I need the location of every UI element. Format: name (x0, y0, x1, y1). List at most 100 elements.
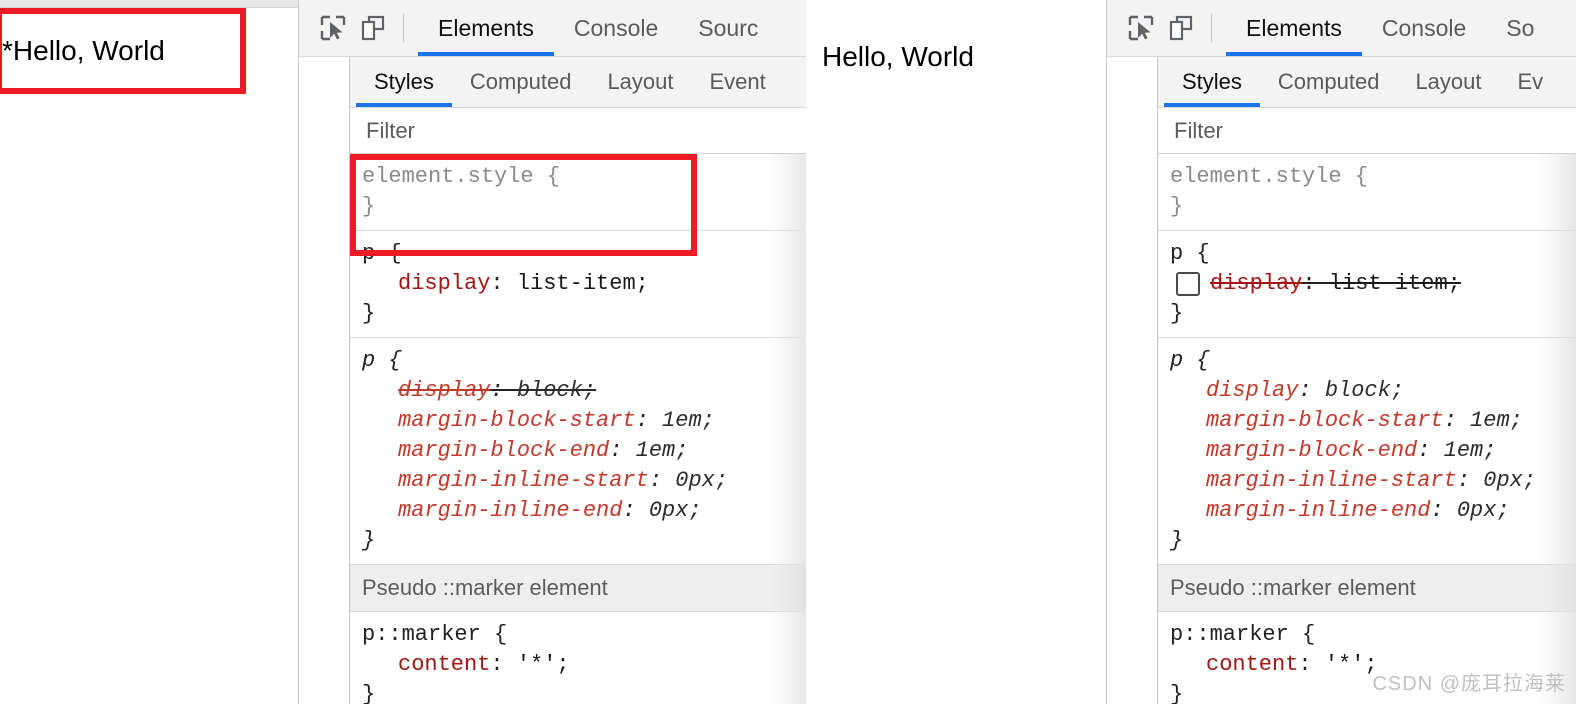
css-selector[interactable]: p::marker { (362, 620, 806, 650)
tab-elements[interactable]: Elements (1226, 0, 1362, 56)
declaration-value[interactable]: 0px; (1483, 468, 1536, 493)
css-declaration[interactable]: display: block; (1170, 376, 1576, 406)
declaration-separator: : (490, 271, 517, 296)
tab-elements[interactable]: Elements (418, 0, 554, 56)
css-declaration[interactable]: margin-inline-start: 0px; (362, 466, 806, 496)
declaration-value[interactable]: 1em; (1444, 438, 1497, 463)
styles-tab-event-listeners[interactable]: Event (692, 57, 784, 107)
declaration-value[interactable]: 0px; (675, 468, 728, 493)
declaration-property[interactable]: display (1210, 271, 1302, 296)
styles-tab-computed[interactable]: Computed (452, 57, 590, 107)
css-selector[interactable]: p { (362, 239, 806, 269)
declaration-property[interactable]: margin-inline-start (398, 468, 649, 493)
screenshot-root: *Hello, World Elements Console Sourc Sty… (0, 0, 1576, 704)
declaration-text: margin-inline-start: 0px; (1206, 468, 1536, 493)
styles-tabstrip-left: Styles Computed Layout Event (350, 57, 806, 108)
inspect-cursor-icon[interactable] (313, 8, 353, 48)
devtools-body-left: Styles Computed Layout Event element.sty… (299, 57, 806, 704)
css-declaration[interactable]: margin-block-start: 1em; (362, 406, 806, 436)
declaration-property[interactable]: display (398, 378, 490, 403)
css-rule-close-brace: } (1170, 194, 1184, 219)
declaration-property[interactable]: margin-block-end (398, 438, 609, 463)
styles-rules-list-left[interactable]: element.style {} p {display: list-item;} p… (350, 154, 806, 704)
css-selector[interactable]: p { (362, 346, 806, 376)
declaration-property[interactable]: display (1206, 378, 1298, 403)
tab-sources[interactable]: Sourc (678, 0, 778, 56)
declaration-value[interactable]: '*'; (517, 652, 570, 677)
dom-tree-gutter-right (1107, 57, 1158, 704)
css-rule-block[interactable]: p {display: list-item;} (350, 231, 806, 338)
declaration-value[interactable]: block; (517, 378, 596, 403)
declaration-value[interactable]: 1em; (662, 408, 715, 433)
declaration-property[interactable]: margin-inline-end (1206, 498, 1430, 523)
css-rule-close-brace: } (1170, 528, 1184, 553)
declaration-text: display: list-item; (398, 271, 649, 296)
declaration-value[interactable]: list-item; (1329, 271, 1461, 296)
declaration-property[interactable]: margin-inline-end (398, 498, 622, 523)
styles-filter-input-left[interactable] (358, 112, 798, 149)
css-declaration[interactable]: margin-inline-end: 0px; (362, 496, 806, 526)
declaration-property[interactable]: margin-block-start (398, 408, 636, 433)
declaration-text: display: block; (398, 378, 596, 403)
declaration-text: margin-inline-start: 0px; (398, 468, 728, 493)
devtools-panel-left: Elements Console Sourc Styles Computed L… (298, 0, 806, 704)
css-rule-block[interactable]: element.style {} (350, 154, 806, 231)
device-toolbar-icon[interactable] (1161, 8, 1201, 48)
declaration-value[interactable]: 1em; (636, 438, 689, 463)
declaration-property[interactable]: margin-block-start (1206, 408, 1444, 433)
styles-rules-list-right[interactable]: element.style {} p {display: list-item;} p… (1158, 154, 1576, 704)
declaration-text: margin-block-start: 1em; (1206, 408, 1523, 433)
css-selector[interactable]: element.style { (1170, 162, 1576, 192)
css-rule-block[interactable]: p {display: list-item;} (1158, 231, 1576, 338)
tab-console[interactable]: Console (554, 0, 678, 56)
css-declaration[interactable]: display: list-item; (362, 269, 806, 299)
css-declaration[interactable]: margin-block-end: 1em; (362, 436, 806, 466)
inspect-cursor-icon[interactable] (1121, 8, 1161, 48)
styles-tab-layout[interactable]: Layout (1397, 57, 1499, 107)
declaration-value[interactable]: 0px; (649, 498, 702, 523)
declaration-value[interactable]: 0px; (1457, 498, 1510, 523)
css-selector[interactable]: p { (1170, 239, 1576, 269)
declaration-value[interactable]: '*'; (1325, 652, 1378, 677)
css-selector[interactable]: p { (1170, 346, 1576, 376)
css-rule-block[interactable]: p {display: block; margin-block-start: 1e… (350, 338, 806, 565)
css-declaration[interactable]: content: '*'; (362, 650, 806, 680)
styles-tab-styles[interactable]: Styles (356, 57, 452, 107)
css-rule-block[interactable]: p {display: block; margin-block-start: 1e… (1158, 338, 1576, 565)
declaration-text: margin-inline-end: 0px; (398, 498, 702, 523)
css-selector[interactable]: element.style { (362, 162, 806, 192)
css-declaration[interactable]: margin-block-end: 1em; (1170, 436, 1576, 466)
declaration-value[interactable]: block; (1325, 378, 1404, 403)
css-selector[interactable]: p::marker { (1170, 620, 1576, 650)
declaration-toggle-checkbox[interactable] (1176, 272, 1200, 296)
tab-sources[interactable]: So (1486, 0, 1554, 56)
styles-tab-styles[interactable]: Styles (1164, 57, 1260, 107)
declaration-text: content: '*'; (398, 652, 570, 677)
device-toolbar-icon[interactable] (353, 8, 393, 48)
css-rule-block[interactable]: element.style {} (1158, 154, 1576, 231)
css-rule-close-brace: } (362, 528, 376, 553)
styles-tab-event-listeners[interactable]: Ev (1500, 57, 1562, 107)
css-declaration[interactable]: display: list-item; (1170, 269, 1576, 299)
styles-column-right: Styles Computed Layout Ev element.style … (1158, 57, 1576, 704)
styles-filter-input-right[interactable] (1166, 112, 1568, 149)
declaration-property[interactable]: margin-block-end (1206, 438, 1417, 463)
css-declaration[interactable]: margin-inline-start: 0px; (1170, 466, 1576, 496)
declaration-value[interactable]: list-item; (517, 271, 649, 296)
declaration-separator: : (490, 652, 517, 677)
css-declaration[interactable]: margin-inline-end: 0px; (1170, 496, 1576, 526)
css-rule-block[interactable]: p::marker {content: '*';} (350, 612, 806, 704)
declaration-separator: : (648, 468, 676, 493)
declaration-property[interactable]: display (398, 271, 490, 296)
css-declaration[interactable]: margin-block-start: 1em; (1170, 406, 1576, 436)
declaration-property[interactable]: content (1206, 652, 1298, 677)
watermark: CSDN @庞耳拉海莱 (1372, 673, 1566, 695)
styles-tab-layout[interactable]: Layout (589, 57, 691, 107)
tab-console[interactable]: Console (1362, 0, 1486, 56)
declaration-property[interactable]: content (398, 652, 490, 677)
styles-tab-computed[interactable]: Computed (1260, 57, 1398, 107)
declaration-value[interactable]: 1em; (1470, 408, 1523, 433)
css-declaration[interactable]: display: block; (362, 376, 806, 406)
declaration-text: margin-block-end: 1em; (1206, 438, 1496, 463)
declaration-property[interactable]: margin-inline-start (1206, 468, 1457, 493)
